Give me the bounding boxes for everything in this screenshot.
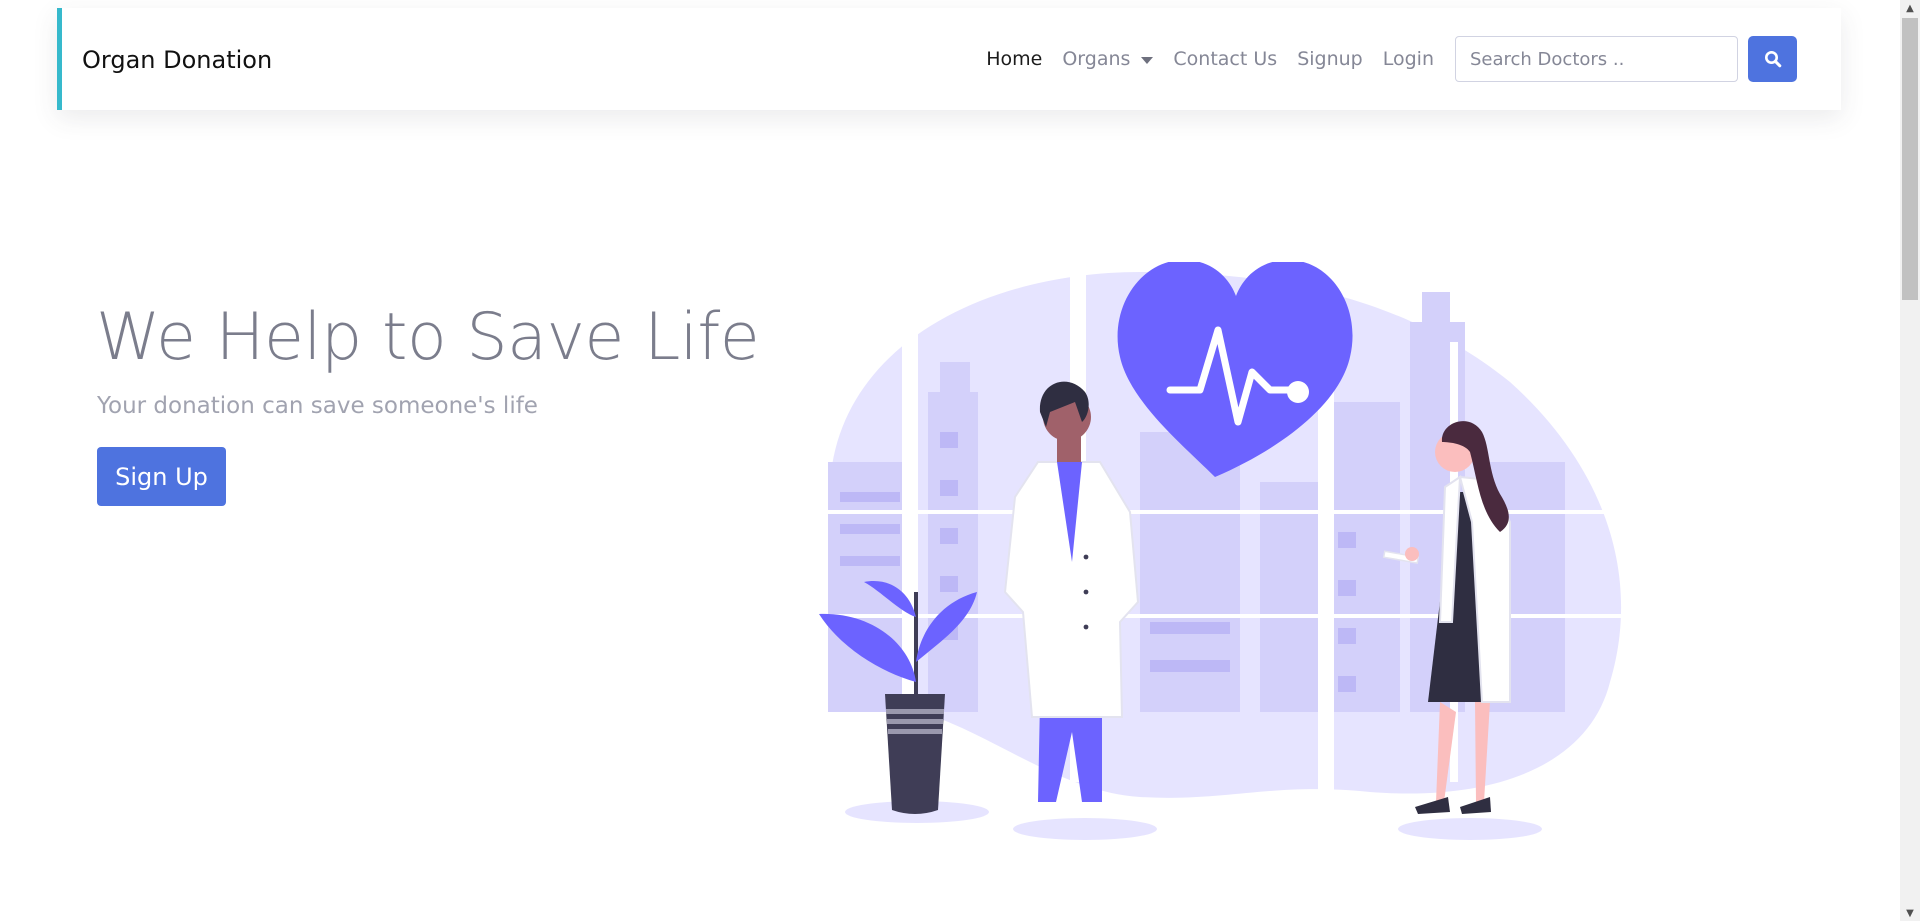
nav-organs-label: Organs [1062, 48, 1131, 70]
nav-links: Home Organs Contact Us Signup Login [986, 8, 1841, 110]
nav-home[interactable]: Home [986, 48, 1042, 70]
vertical-scrollbar[interactable]: ▲ ▼ [1900, 0, 1920, 921]
nav-organs-dropdown[interactable]: Organs [1062, 48, 1154, 70]
nav-signup[interactable]: Signup [1297, 48, 1363, 70]
search-button[interactable] [1748, 36, 1797, 82]
hero-subtitle: Your donation can save someone's life [97, 393, 538, 419]
search-doctors-input[interactable] [1455, 36, 1738, 82]
scrollbar-thumb[interactable] [1902, 18, 1918, 300]
hero-title: We Help to Save Life [96, 300, 760, 375]
nav-contact[interactable]: Contact Us [1173, 48, 1277, 70]
chevron-down-icon[interactable]: ▼ [1900, 905, 1920, 921]
page: Organ Donation Home Organs Contact Us Si… [0, 0, 1920, 921]
chevron-up-icon[interactable]: ▲ [1900, 0, 1920, 16]
nav-login[interactable]: Login [1383, 48, 1434, 70]
search-icon [1764, 51, 1781, 68]
brand-link[interactable]: Organ Donation [82, 46, 272, 74]
caret-down-icon [1141, 56, 1154, 64]
navbar: Organ Donation Home Organs Contact Us Si… [57, 8, 1841, 110]
doctors-illustration [810, 262, 1630, 840]
hero-signup-button[interactable]: Sign Up [97, 447, 226, 506]
